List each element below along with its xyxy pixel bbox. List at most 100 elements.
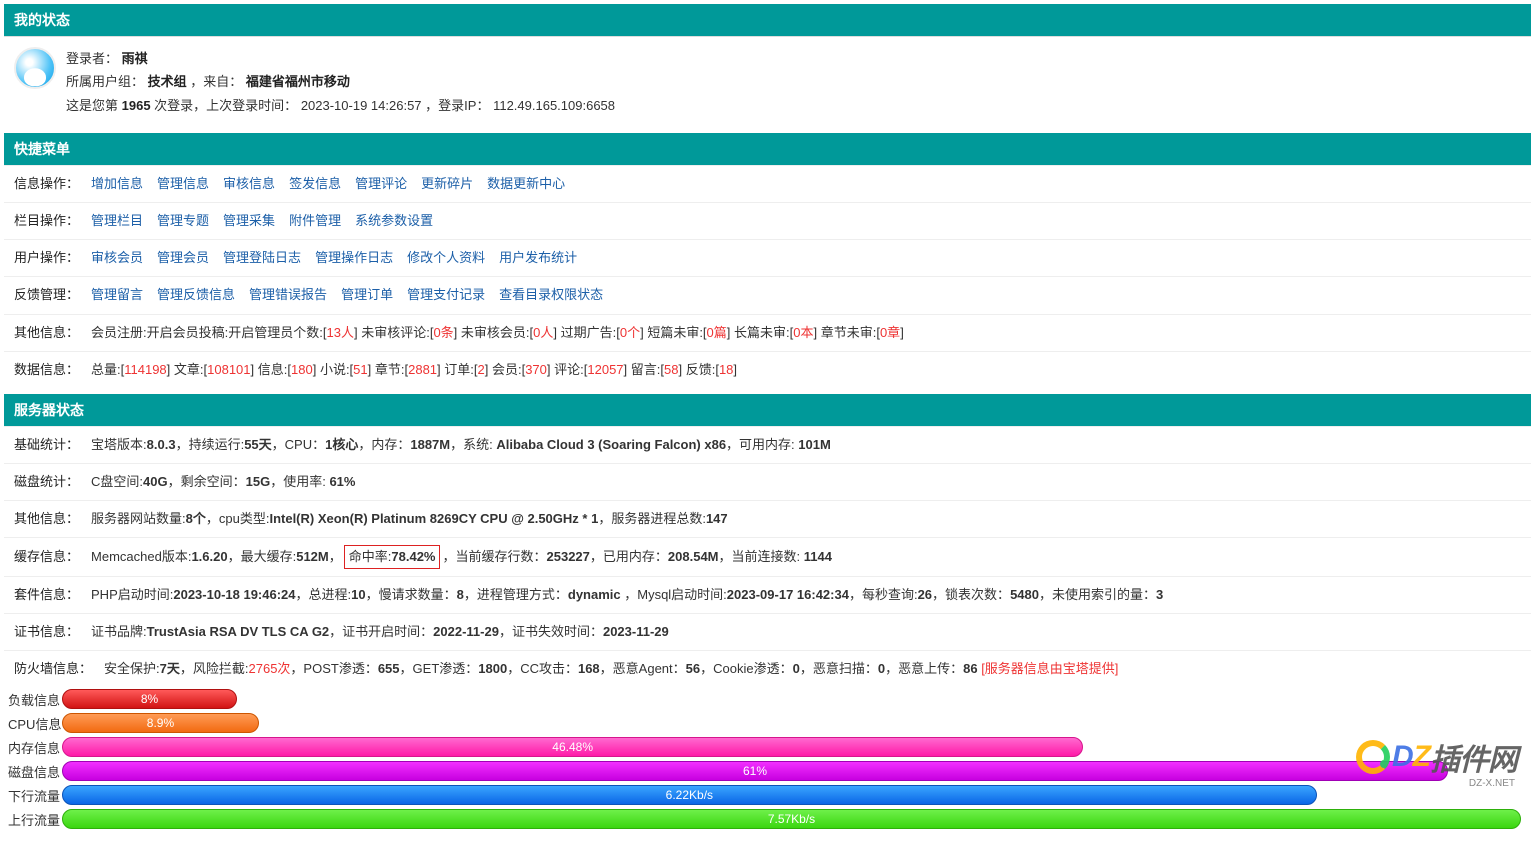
text-part: 370 [525, 362, 547, 377]
text-part: dynamic [568, 587, 621, 602]
text-part: 0 [793, 661, 800, 676]
text-part: ，锁表次数： [932, 587, 1010, 602]
text-part: 8.0.3 [147, 437, 176, 452]
text-part: 证书品牌: [91, 624, 147, 639]
text-part: 147 [706, 511, 728, 526]
line3c: ，登录IP： [425, 98, 489, 113]
info-link-0[interactable]: 增加信息 [91, 176, 143, 191]
user-info: 登录者： 雨祺 所属用户组： 技术组 ，来自： 福建省福州市移动 这是您第 19… [66, 47, 615, 117]
feedback-link-5[interactable]: 查看目录权限状态 [499, 287, 603, 302]
feedback-link-1[interactable]: 管理反馈信息 [157, 287, 235, 302]
feedback-link-3[interactable]: 管理订单 [341, 287, 393, 302]
feedback-link-4[interactable]: 管理支付记录 [407, 287, 485, 302]
server-status-panel: 服务器状态 基础统计：宝塔版本:8.0.3，持续运行:55天，CPU：1核心，内… [4, 394, 1531, 832]
server-status-header: 服务器状态 [4, 394, 1531, 426]
column-link-4[interactable]: 系统参数设置 [355, 213, 433, 228]
quick-menu-header: 快捷菜单 [4, 133, 1531, 165]
text-part: ，持续运行: [176, 437, 245, 452]
text-part: TrustAsia RSA DV TLS CA G2 [147, 624, 330, 639]
server-basic-row: 基础统计：宝塔版本:8.0.3，持续运行:55天，CPU：1核心，内存：1887… [4, 426, 1531, 463]
text-part: 1887M [410, 437, 450, 452]
other-info-label: 其他信息： [14, 322, 79, 344]
feedback-link-2[interactable]: 管理错误报告 [249, 287, 327, 302]
watermark-sub: DZ-X.NET [1469, 778, 1515, 789]
menu-info-label: 信息操作： [14, 173, 79, 195]
text-part: 0条 [433, 325, 453, 340]
menu-feedback-row: 反馈管理： 管理留言管理反馈信息管理错误报告管理订单管理支付记录查看目录权限状态 [4, 276, 1531, 313]
text-part: 208.54M [668, 549, 719, 564]
bar-label-3: 磁盘信息 [4, 762, 62, 781]
text-part: 15G [246, 474, 271, 489]
my-status-header: 我的状态 [4, 4, 1531, 36]
text-part: 宝塔版本: [91, 437, 147, 452]
user-link-3[interactable]: 管理操作日志 [315, 250, 393, 265]
text-part: 会员投稿:开启 [173, 325, 255, 340]
my-status-panel: 我的状态 登录者： 雨祺 所属用户组： 技术组 ，来自： 福建省福州市移动 这是… [4, 4, 1531, 127]
text-part: 18 [719, 362, 733, 377]
text-part: ，剩余空间： [168, 474, 246, 489]
server-otherInfo-label: 其他信息： [14, 508, 79, 530]
info-link-4[interactable]: 管理评论 [355, 176, 407, 191]
group-label: 所属用户组： [66, 74, 144, 89]
user-link-0[interactable]: 审核会员 [91, 250, 143, 265]
text-part: ，当前连接数: [719, 549, 804, 564]
user-link-1[interactable]: 管理会员 [157, 250, 209, 265]
text-part: 未审核会员:[ [457, 325, 533, 340]
menu-column-label: 栏目操作： [14, 210, 79, 232]
bar-label-2: 内存信息 [4, 738, 62, 757]
server-firewall-label: 防火墙信息： [14, 658, 92, 680]
line3a: 这是您第 [66, 98, 122, 113]
text-part: ，Cookie渗透： [700, 661, 792, 676]
login-ip: 112.49.165.109:6658 [493, 98, 615, 113]
text-part: 2023-10-18 19:46:24 [173, 587, 295, 602]
text-part: 8个 [186, 511, 206, 526]
bar-fill-4: 6.22Kb/s [62, 785, 1317, 805]
user-link-4[interactable]: 修改个人资料 [407, 250, 485, 265]
text-part: 长篇未审:[ [730, 325, 793, 340]
text-part: C盘空间: [91, 474, 143, 489]
column-link-0[interactable]: 管理栏目 [91, 213, 143, 228]
feedback-link-0[interactable]: 管理留言 [91, 287, 143, 302]
text-part: 订单:[ [441, 362, 478, 377]
text-part: 章节:[ [371, 362, 408, 377]
text-part: ，最大缓存: [228, 549, 297, 564]
text-part: 10 [351, 587, 365, 602]
bar-fill-1: 8.9% [62, 713, 259, 733]
info-link-3[interactable]: 签发信息 [289, 176, 341, 191]
text-part: ，恶意扫描： [800, 661, 878, 676]
info-link-2[interactable]: 审核信息 [223, 176, 275, 191]
bar-track-1: 8.9% [62, 713, 1521, 733]
user-link-5[interactable]: 用户发布统计 [499, 250, 577, 265]
text-part: 58 [664, 362, 678, 377]
server-cache-label: 缓存信息： [14, 546, 79, 568]
text-part: 2 [478, 362, 485, 377]
info-link-1[interactable]: 管理信息 [157, 176, 209, 191]
server-disk-row: 磁盘统计：C盘空间:40G，剩余空间：15G，使用率: 61% [4, 463, 1531, 500]
bar-row-4: 下行流量6.22Kb/s [4, 783, 1531, 807]
text-part: 0个 [620, 325, 640, 340]
bar-label-0: 负载信息 [4, 690, 62, 709]
server-firewall-body: 安全保护:7天，风险拦截:2765次，POST渗透：655，GET渗透：1800… [104, 658, 1118, 680]
bar-row-5: 上行流量7.57Kb/s [4, 807, 1531, 831]
bar-row-1: CPU信息8.9% [4, 711, 1531, 735]
user-link-2[interactable]: 管理登陆日志 [223, 250, 301, 265]
column-link-3[interactable]: 附件管理 [289, 213, 341, 228]
text-part: 55天 [244, 437, 271, 452]
column-link-1[interactable]: 管理专题 [157, 213, 209, 228]
text-part: 51 [353, 362, 367, 377]
info-link-5[interactable]: 更新碎片 [421, 176, 473, 191]
text-part: ，Mysql启动时间: [621, 587, 727, 602]
info-link-6[interactable]: 数据更新中心 [487, 176, 565, 191]
server-basic-label: 基础统计： [14, 434, 79, 456]
text-part: 会员:[ [488, 362, 525, 377]
text-part: 2022-11-29 [433, 624, 499, 639]
column-link-2[interactable]: 管理采集 [223, 213, 275, 228]
server-cert-label: 证书信息： [14, 621, 79, 643]
text-part: ，证书开启时间： [329, 624, 433, 639]
text-part: 1144 [804, 549, 832, 564]
menu-user-row: 用户操作： 审核会员管理会员管理登陆日志管理操作日志修改个人资料用户发布统计 [4, 239, 1531, 276]
text-part: 总量:[ [91, 362, 124, 377]
menu-feedback-label: 反馈管理： [14, 284, 79, 306]
text-part: 7天 [160, 661, 180, 676]
text-part: 服务器网站数量: [91, 511, 186, 526]
